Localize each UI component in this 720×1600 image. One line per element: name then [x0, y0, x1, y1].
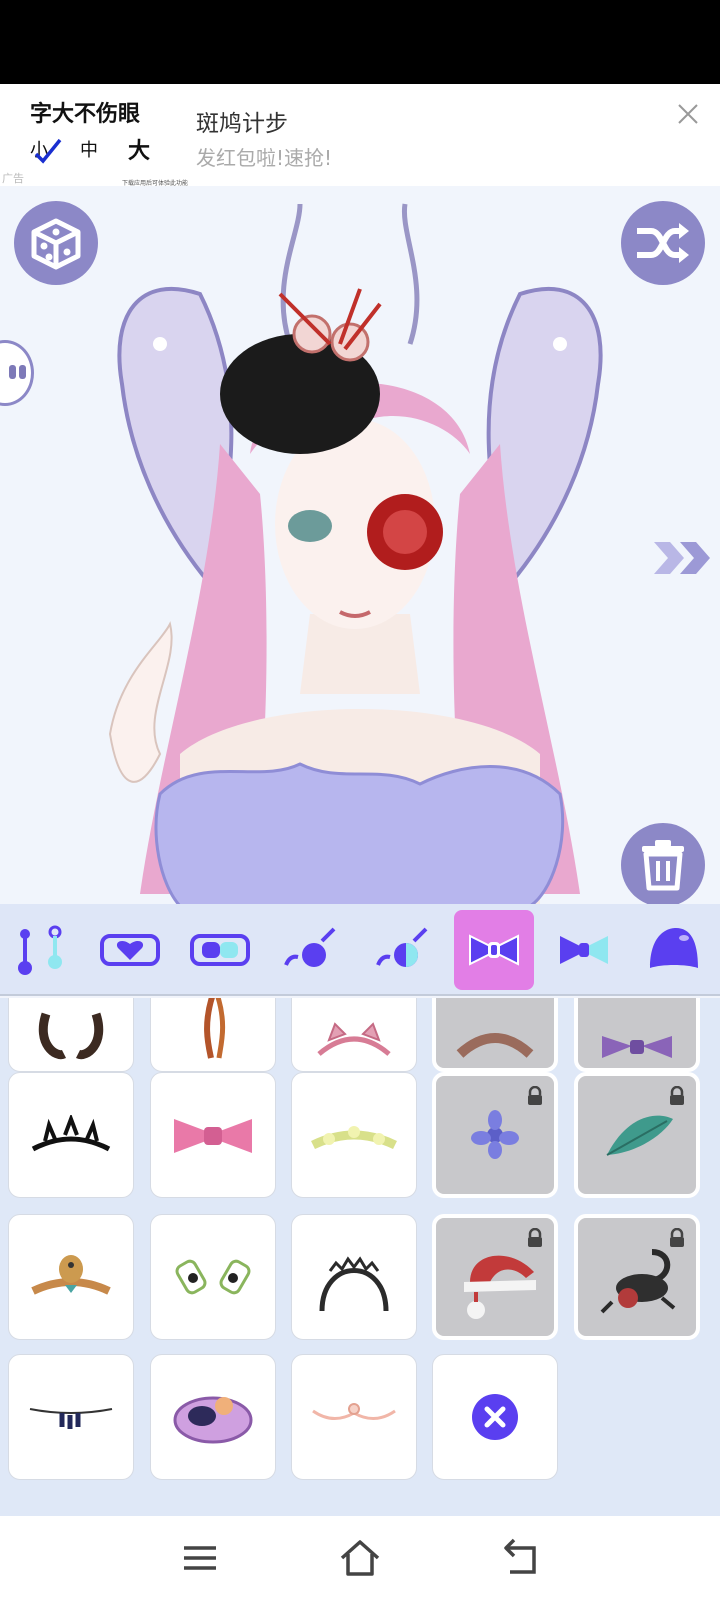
item-lace-headband[interactable] — [291, 1214, 417, 1340]
category-tabs — [0, 904, 720, 996]
dice-icon — [31, 218, 81, 270]
item-cat-ear-headband[interactable] — [291, 998, 417, 1072]
item-green-leaf[interactable] — [574, 1072, 700, 1198]
delete-button[interactable] — [621, 823, 705, 904]
item-brown-headband[interactable] — [432, 998, 558, 1072]
tab-bow[interactable] — [454, 910, 534, 990]
back-icon[interactable] — [498, 1536, 542, 1580]
checkmark-icon — [34, 138, 62, 164]
lock-icon — [670, 1228, 684, 1247]
item-blue-flower[interactable] — [432, 1072, 558, 1198]
item-tassel-chain[interactable] — [8, 1354, 134, 1480]
shuffle-icon — [637, 223, 689, 263]
tab-face-mark[interactable] — [270, 910, 350, 990]
tab-glasses[interactable] — [180, 910, 260, 990]
remove-accessory-button[interactable] — [432, 1354, 558, 1480]
home-icon[interactable] — [338, 1536, 382, 1580]
item-hair-clips[interactable] — [150, 1214, 276, 1340]
item-purple-bow[interactable] — [574, 998, 700, 1072]
status-bar — [0, 0, 720, 84]
tab-hat[interactable] — [634, 910, 714, 990]
item-scorpion-rose[interactable] — [574, 1214, 700, 1340]
bird-icon — [31, 1255, 111, 1295]
item-bird-headpiece[interactable] — [8, 1214, 134, 1340]
ad-tag: 广告 — [2, 172, 24, 185]
tab-bow-alt[interactable] — [544, 910, 624, 990]
headband-icon — [456, 1033, 534, 1058]
item-pink-bow[interactable] — [150, 1072, 276, 1198]
item-pearl-circlet[interactable] — [291, 1354, 417, 1480]
pink-bow-icon — [174, 1119, 252, 1153]
item-flower-crown[interactable] — [291, 1072, 417, 1198]
menu-icon[interactable] — [178, 1536, 222, 1580]
accessory-grid — [0, 998, 720, 1516]
avatar-illustration — [108, 203, 603, 904]
item-lilac-fascinator[interactable] — [150, 1354, 276, 1480]
pause-icon — [9, 365, 16, 379]
fascinator-icon — [173, 1396, 253, 1444]
close-icon[interactable] — [674, 100, 702, 128]
tiara-icon — [31, 1115, 111, 1152]
face-mark-icon — [284, 927, 336, 967]
face-paint-icon — [376, 927, 428, 967]
cat-ear-icon — [317, 1022, 391, 1056]
blue-flower-icon — [471, 1110, 519, 1159]
bow-icon — [469, 934, 519, 966]
double-chevron-right-icon[interactable] — [652, 538, 712, 578]
lock-icon — [528, 1086, 542, 1105]
avatar-stage — [0, 186, 720, 904]
shuffle-button[interactable] — [621, 201, 705, 285]
tab-heart-frame[interactable] — [90, 910, 170, 990]
pearl-circlet-icon — [312, 1403, 396, 1420]
ad-size-medium: 中 — [80, 140, 98, 161]
ad-size-large: 大 — [128, 139, 151, 164]
flower-crown-icon — [311, 1126, 397, 1150]
tab-face-paint[interactable] — [362, 910, 442, 990]
item-feather-clip[interactable] — [150, 998, 276, 1072]
heart-frame-icon — [100, 934, 160, 966]
accessory-pin-icon — [18, 925, 62, 975]
system-nav-bar — [0, 1516, 720, 1600]
tassel-chain-icon — [29, 1408, 113, 1429]
leaf-icon — [606, 1115, 673, 1156]
glasses-icon — [190, 934, 250, 966]
purple-bow-icon — [602, 1036, 672, 1058]
pause-icon-bar — [19, 365, 26, 379]
ad-app-name: 斑鸠计步 — [196, 111, 288, 137]
ad-description: 发红包啦!速抢! — [196, 146, 333, 170]
lace-headband-icon — [319, 1256, 389, 1312]
tab-accessory-pin[interactable] — [0, 910, 80, 990]
ad-banner[interactable]: 字大不伤眼 小 中 大 广告 下载应用后可体验此功能 斑鸠计步 发红包啦!速抢! — [0, 84, 720, 187]
item-horns[interactable] — [8, 998, 134, 1072]
trash-icon — [642, 840, 684, 891]
hair-clip-icon — [175, 1259, 251, 1295]
item-santa-hat[interactable] — [432, 1214, 558, 1340]
horns-icon — [38, 1012, 104, 1060]
side-drawer-tab[interactable] — [0, 340, 34, 406]
random-button[interactable] — [14, 201, 98, 285]
lock-icon — [670, 1086, 684, 1105]
feather-icon — [204, 998, 226, 1059]
ad-title: 字大不伤眼 — [30, 102, 141, 127]
close-circle-icon — [472, 1394, 518, 1440]
hat-icon — [650, 928, 698, 968]
bow-alt-icon — [560, 936, 608, 964]
item-black-tiara[interactable] — [8, 1072, 134, 1198]
lock-icon — [528, 1228, 542, 1247]
